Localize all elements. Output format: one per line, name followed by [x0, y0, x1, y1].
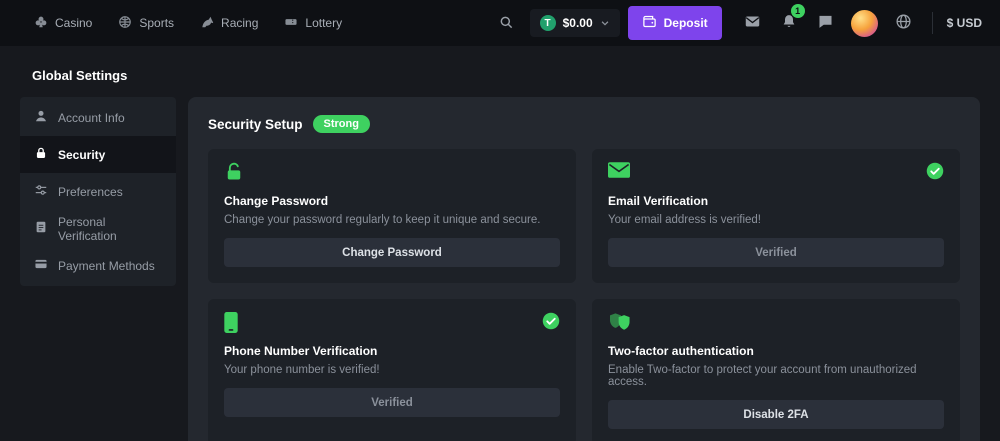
disable-2fa-button[interactable]: Disable 2FA — [608, 400, 944, 429]
nav-item-lottery[interactable]: Lottery — [272, 7, 354, 40]
sidebar-item-payment-methods[interactable]: Payment Methods — [20, 247, 176, 284]
card-change-password: Change Password Change your password reg… — [208, 149, 576, 283]
sports-icon — [118, 15, 132, 32]
wallet-icon — [642, 14, 657, 32]
settings-page: Global Settings Account Info Security Pr… — [0, 46, 1000, 441]
verified-check-icon — [926, 162, 944, 185]
phone-verified-button[interactable]: Verified — [224, 388, 560, 417]
globe-icon — [895, 13, 912, 33]
racing-horse-icon — [200, 15, 214, 32]
phone-icon — [224, 312, 238, 333]
nav-label: Racing — [221, 16, 258, 30]
security-cards-grid: Change Password Change your password reg… — [208, 149, 960, 441]
mail-button[interactable] — [738, 7, 767, 39]
language-globe-button[interactable] — [889, 7, 918, 39]
card-title: Phone Number Verification — [224, 344, 560, 358]
document-icon — [34, 220, 48, 237]
notifications-button[interactable]: 1 — [775, 7, 803, 39]
sidebar-item-account-info[interactable]: Account Info — [20, 99, 176, 136]
top-navigation: Casino Sports Racing Lottery T $0.00 Dep… — [0, 0, 1000, 46]
strength-badge: Strong — [313, 115, 370, 133]
nav-label: Casino — [55, 16, 92, 30]
notification-badge: 1 — [791, 4, 805, 18]
sidebar-item-label: Account Info — [58, 111, 125, 125]
card-title: Two-factor authentication — [608, 344, 944, 358]
deposit-button[interactable]: Deposit — [628, 6, 722, 40]
casino-icon — [34, 15, 48, 32]
nav-item-racing[interactable]: Racing — [188, 7, 270, 40]
sliders-icon — [34, 183, 48, 200]
sidebar-item-label: Payment Methods — [58, 259, 155, 273]
tether-coin-icon: T — [540, 15, 556, 31]
card-phone-verification: Phone Number Verification Your phone num… — [208, 299, 576, 441]
card-description: Enable Two-factor to protect your accoun… — [608, 364, 944, 388]
primary-nav: Casino Sports Racing Lottery — [22, 7, 354, 40]
sidebar-item-personal-verification[interactable]: Personal Verification — [20, 210, 176, 247]
sidebar-item-label: Personal Verification — [58, 215, 162, 243]
credit-card-icon — [34, 257, 48, 274]
section-title: Security Setup — [208, 117, 303, 132]
page-title: Global Settings — [32, 68, 980, 83]
search-button[interactable] — [492, 8, 520, 39]
chat-icon — [817, 13, 834, 33]
card-description: Your phone number is verified! — [224, 364, 560, 376]
card-email-verification: Email Verification Your email address is… — [592, 149, 960, 283]
card-two-factor: Two-factor authentication Enable Two-fac… — [592, 299, 960, 441]
shield-icon — [608, 312, 632, 332]
card-title: Change Password — [224, 194, 560, 208]
sidebar-item-label: Security — [58, 148, 105, 162]
chevron-down-icon — [600, 18, 610, 28]
change-password-button[interactable]: Change Password — [224, 238, 560, 267]
verified-check-icon — [542, 312, 560, 335]
topnav-actions: T $0.00 Deposit 1 $ USD — [492, 6, 984, 40]
nav-item-casino[interactable]: Casino — [22, 7, 104, 40]
card-title: Email Verification — [608, 194, 944, 208]
nav-label: Lottery — [305, 16, 342, 30]
lottery-ticket-icon — [284, 15, 298, 32]
card-description: Your email address is verified! — [608, 214, 944, 226]
nav-label: Sports — [139, 16, 174, 30]
chat-button[interactable] — [811, 7, 840, 39]
padlock-icon — [224, 162, 244, 182]
mail-icon — [744, 13, 761, 33]
card-description: Change your password regularly to keep i… — [224, 214, 560, 226]
email-verified-button[interactable]: Verified — [608, 238, 944, 267]
deposit-label: Deposit — [664, 16, 708, 30]
user-icon — [34, 109, 48, 126]
sidebar-item-preferences[interactable]: Preferences — [20, 173, 176, 210]
balance-amount: $0.00 — [563, 16, 593, 30]
envelope-icon — [608, 162, 630, 178]
sidebar-item-label: Preferences — [58, 185, 123, 199]
currency-selector[interactable]: $ USD — [932, 12, 984, 34]
sidebar-item-security[interactable]: Security — [20, 136, 176, 173]
nav-item-sports[interactable]: Sports — [106, 7, 186, 40]
settings-sidebar: Account Info Security Preferences Person… — [20, 97, 176, 286]
wallet-balance-selector[interactable]: T $0.00 — [530, 9, 620, 37]
search-icon — [498, 14, 514, 33]
lock-icon — [34, 146, 48, 163]
security-setup-panel: Security Setup Strong Change Password Ch… — [188, 97, 980, 441]
user-avatar[interactable] — [851, 10, 878, 37]
